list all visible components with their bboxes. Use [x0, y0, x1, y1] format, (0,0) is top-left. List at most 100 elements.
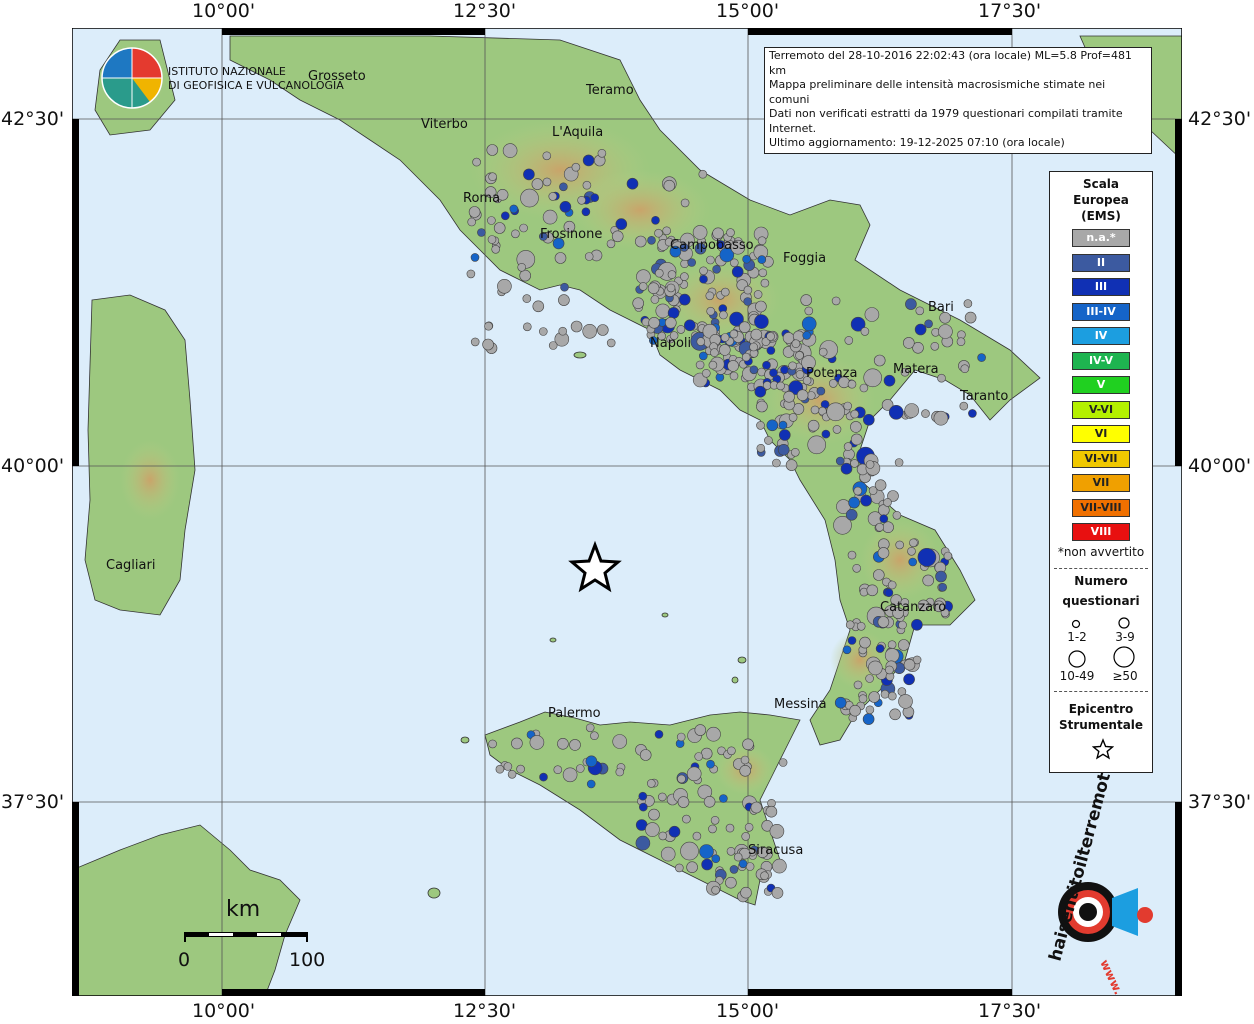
intensity-point-not-felt[interactable] [710, 348, 719, 357]
intensity-point-not-felt[interactable] [853, 680, 863, 690]
intensity-point-not-felt[interactable] [650, 295, 660, 304]
intensity-point-not-felt[interactable] [484, 321, 493, 331]
intensity-point-not-felt[interactable] [522, 322, 532, 332]
intensity-point-not-felt[interactable] [753, 290, 763, 299]
intensity-point-not-felt[interactable] [783, 390, 795, 403]
intensity-point-not-felt[interactable] [769, 823, 785, 839]
intensity-point-not-felt[interactable] [964, 311, 977, 324]
intensity-point-felt[interactable] [477, 228, 486, 237]
intensity-point-not-felt[interactable] [741, 832, 751, 841]
intensity-point-not-felt[interactable] [606, 338, 616, 348]
intensity-point-not-felt[interactable] [677, 796, 690, 808]
intensity-point-not-felt[interactable] [711, 885, 720, 895]
intensity-point-felt[interactable] [778, 420, 788, 430]
intensity-point-not-felt[interactable] [488, 739, 497, 749]
intensity-point-not-felt[interactable] [778, 758, 788, 767]
intensity-point-not-felt[interactable] [865, 674, 874, 683]
intensity-point-not-felt[interactable] [843, 442, 853, 451]
intensity-point-felt[interactable] [845, 508, 858, 521]
intensity-point-not-felt[interactable] [766, 332, 775, 341]
intensity-point-not-felt[interactable] [575, 764, 585, 773]
intensity-point-not-felt[interactable] [956, 337, 966, 347]
intensity-point-not-felt[interactable] [790, 447, 800, 457]
intensity-point-not-felt[interactable] [497, 278, 512, 294]
intensity-point-not-felt[interactable] [486, 144, 499, 156]
intensity-point-not-felt[interactable] [750, 328, 763, 341]
intensity-point-not-felt[interactable] [742, 738, 754, 751]
intensity-point-not-felt[interactable] [662, 226, 672, 236]
intensity-point-felt[interactable] [582, 154, 595, 167]
intensity-point-not-felt[interactable] [495, 764, 505, 774]
intensity-point-felt[interactable] [500, 211, 510, 221]
intensity-point-not-felt[interactable] [867, 660, 883, 676]
intensity-point-not-felt[interactable] [729, 371, 739, 381]
intensity-point-felt[interactable] [539, 772, 548, 782]
intensity-point-not-felt[interactable] [756, 400, 768, 413]
intensity-point-not-felt[interactable] [892, 510, 902, 520]
intensity-point-felt[interactable] [560, 282, 569, 292]
intensity-point-not-felt[interactable] [558, 326, 568, 336]
intensity-point-not-felt[interactable] [680, 272, 689, 281]
intensity-point-not-felt[interactable] [884, 648, 900, 663]
intensity-point-not-felt[interactable] [718, 344, 731, 356]
intensity-point-not-felt[interactable] [692, 831, 702, 841]
intensity-point-felt[interactable] [968, 409, 977, 418]
intensity-point-not-felt[interactable] [706, 255, 715, 265]
intensity-point-not-felt[interactable] [864, 307, 880, 322]
intensity-point-not-felt[interactable] [482, 338, 494, 351]
intensity-point-felt[interactable] [731, 265, 744, 278]
intensity-point-not-felt[interactable] [868, 486, 878, 495]
intensity-point-not-felt[interactable] [740, 755, 750, 765]
intensity-point-felt[interactable] [470, 253, 480, 262]
intensity-point-not-felt[interactable] [585, 723, 595, 733]
intensity-point-not-felt[interactable] [646, 779, 656, 788]
intensity-point-not-felt[interactable] [739, 764, 752, 777]
intensity-point-not-felt[interactable] [922, 574, 935, 587]
intensity-point-not-felt[interactable] [850, 409, 860, 419]
intensity-point-felt[interactable] [908, 557, 918, 567]
intensity-point-not-felt[interactable] [898, 694, 913, 709]
intensity-point-felt[interactable] [738, 859, 748, 869]
intensity-point-not-felt[interactable] [904, 403, 920, 418]
intensity-point-felt[interactable] [847, 636, 857, 645]
intensity-point-not-felt[interactable] [680, 259, 689, 269]
intensity-point-felt[interactable] [719, 794, 728, 803]
intensity-point-not-felt[interactable] [887, 640, 897, 650]
intensity-point-felt[interactable] [879, 514, 889, 524]
intensity-point-not-felt[interactable] [686, 766, 702, 782]
intensity-point-not-felt[interactable] [843, 401, 853, 411]
intensity-point-not-felt[interactable] [868, 691, 881, 703]
intensity-point-felt[interactable] [935, 570, 947, 583]
intensity-point-felt[interactable] [668, 825, 681, 838]
intensity-point-not-felt[interactable] [772, 858, 787, 874]
intensity-point-not-felt[interactable] [889, 708, 901, 721]
intensity-point-not-felt[interactable] [553, 765, 563, 775]
intensity-point-not-felt[interactable] [674, 863, 684, 873]
intensity-point-felt[interactable] [678, 293, 691, 306]
intensity-point-felt[interactable] [862, 413, 875, 426]
intensity-point-not-felt[interactable] [570, 320, 583, 333]
intensity-point-felt[interactable] [801, 316, 817, 332]
intensity-point-not-felt[interactable] [639, 749, 652, 761]
intensity-point-not-felt[interactable] [511, 737, 523, 750]
intensity-point-not-felt[interactable] [791, 339, 801, 349]
intensity-point-felt[interactable] [778, 429, 791, 441]
intensity-point-not-felt[interactable] [733, 852, 743, 862]
intensity-point-not-felt[interactable] [645, 822, 660, 837]
intensity-point-not-felt[interactable] [852, 563, 862, 573]
intensity-point-not-felt[interactable] [466, 269, 476, 279]
intensity-point-not-felt[interactable] [647, 282, 660, 295]
intensity-point-not-felt[interactable] [612, 734, 628, 749]
intensity-point-not-felt[interactable] [845, 620, 855, 630]
intensity-point-felt[interactable] [802, 331, 812, 340]
intensity-point-not-felt[interactable] [648, 808, 660, 821]
intensity-point-not-felt[interactable] [655, 303, 671, 319]
intensity-point-not-felt[interactable] [764, 436, 773, 445]
intensity-point-felt[interactable] [911, 618, 923, 631]
intensity-point-not-felt[interactable] [760, 278, 770, 288]
intensity-point-not-felt[interactable] [548, 341, 558, 350]
intensity-point-not-felt[interactable] [907, 546, 916, 556]
intensity-point-not-felt[interactable] [720, 287, 730, 297]
intensity-point-not-felt[interactable] [472, 157, 481, 167]
intensity-point-not-felt[interactable] [930, 341, 940, 351]
